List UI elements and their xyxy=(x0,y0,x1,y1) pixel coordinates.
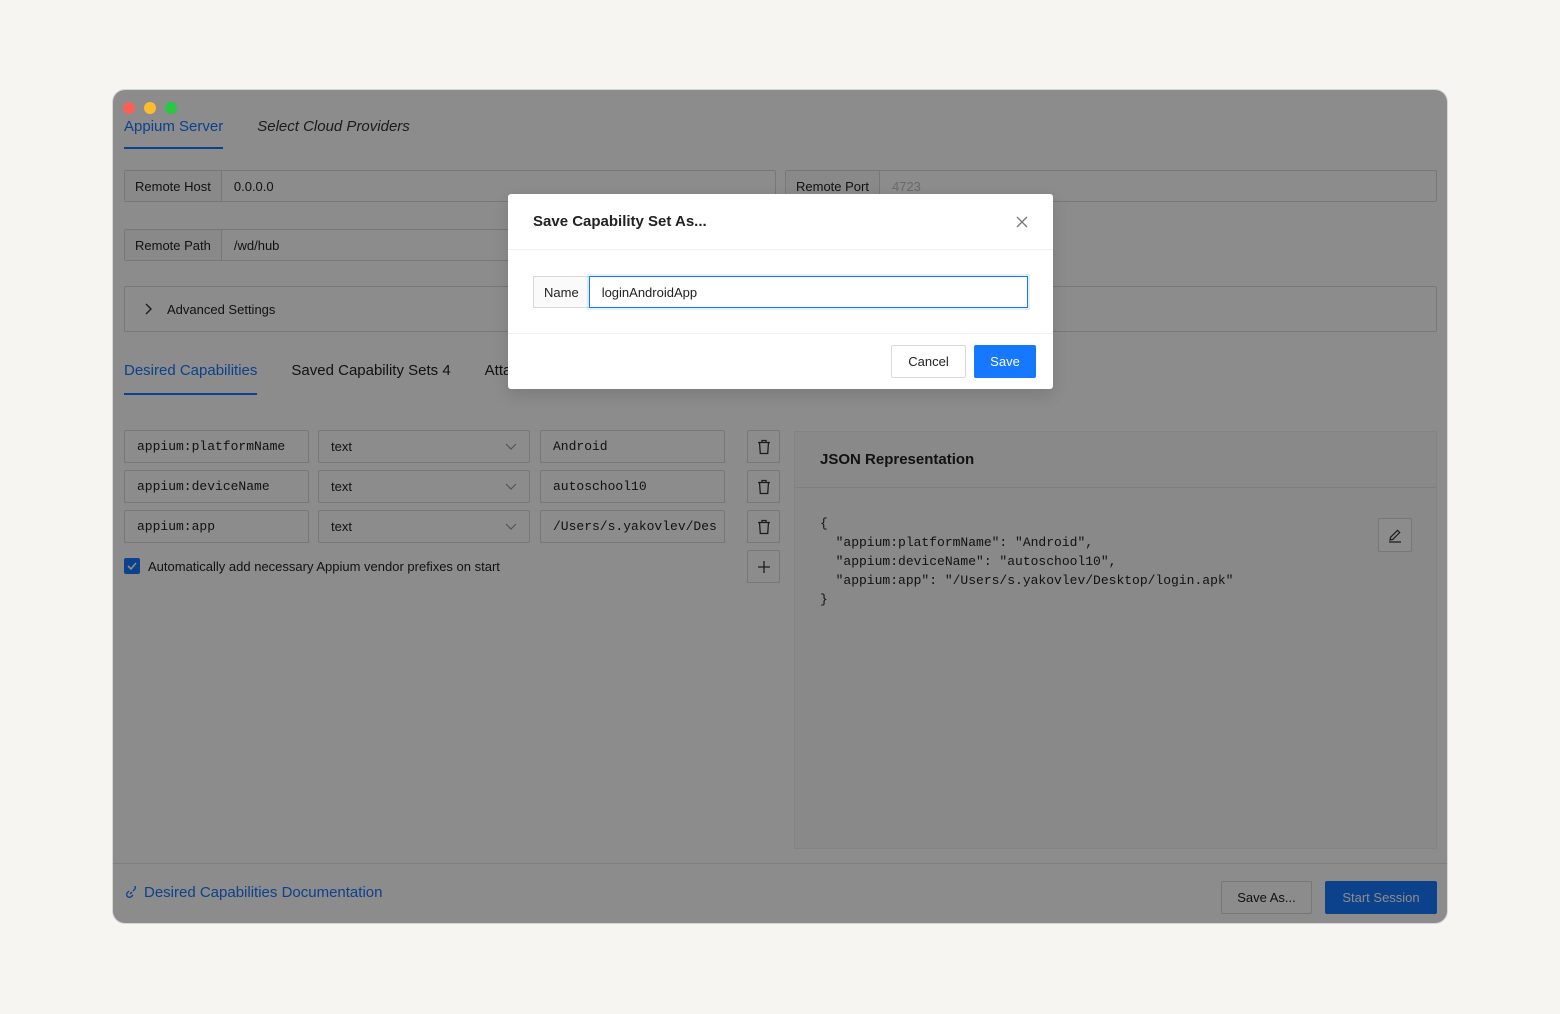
maximize-window-button[interactable] xyxy=(165,102,177,114)
dialog-header: Save Capability Set As... xyxy=(508,194,1053,250)
name-input[interactable]: loginAndroidApp xyxy=(588,276,1028,308)
cancel-button[interactable]: Cancel xyxy=(891,345,966,378)
close-window-button[interactable] xyxy=(123,102,135,114)
dialog-footer: Cancel Save xyxy=(508,334,1053,389)
dialog-body: Name loginAndroidApp xyxy=(508,250,1053,334)
save-capability-dialog: Save Capability Set As... Name loginAndr… xyxy=(508,194,1053,389)
minimize-window-button[interactable] xyxy=(144,102,156,114)
name-label: Name xyxy=(533,276,589,308)
name-field: Name loginAndroidApp xyxy=(533,276,1028,308)
window-controls xyxy=(123,102,177,114)
dialog-title: Save Capability Set As... xyxy=(533,213,707,230)
close-icon[interactable] xyxy=(1016,216,1028,228)
save-button[interactable]: Save xyxy=(974,345,1036,378)
